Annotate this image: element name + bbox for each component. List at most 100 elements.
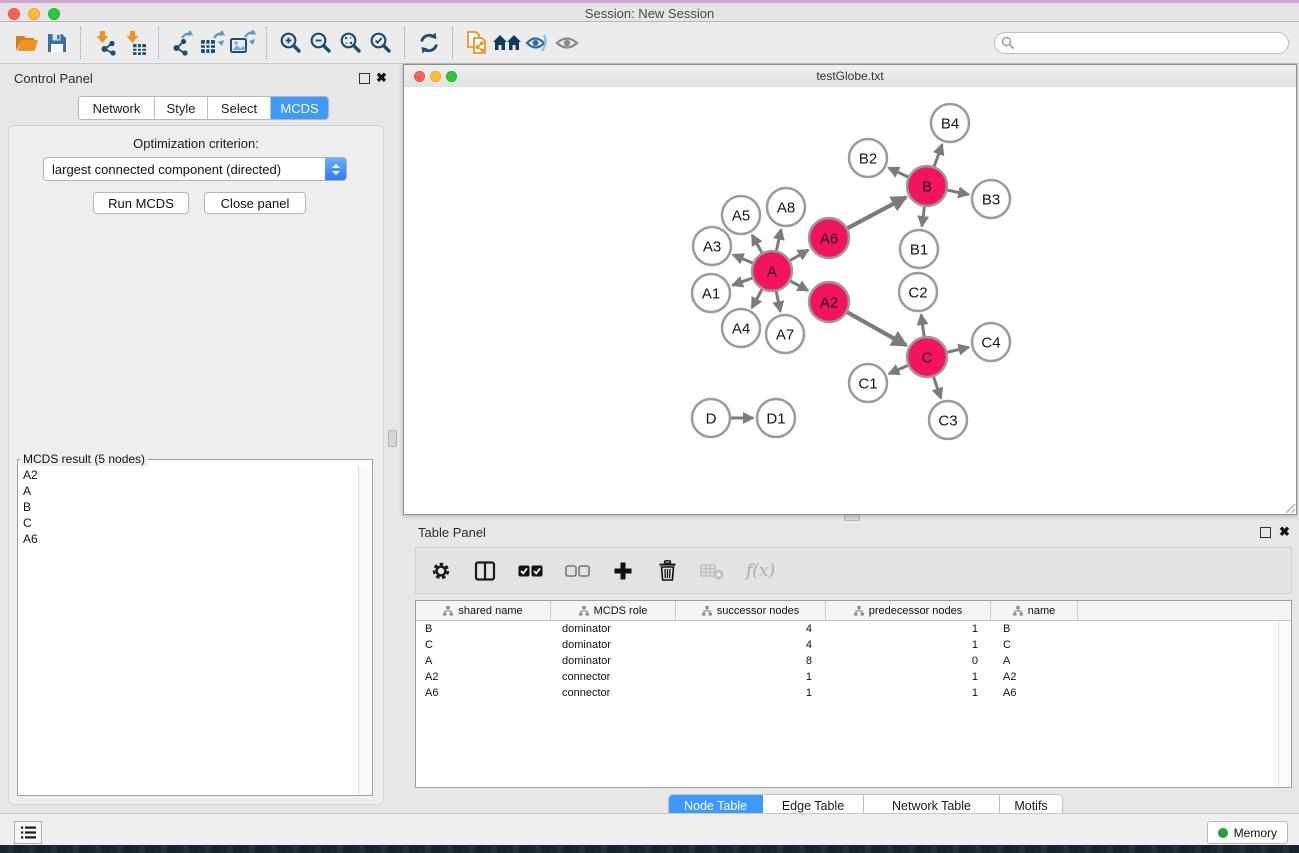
table-cell[interactable]: 1 [826, 637, 991, 653]
export-table-button[interactable] [198, 28, 228, 58]
show-details-button[interactable] [552, 28, 582, 58]
table-cell[interactable]: B [416, 621, 551, 637]
table-cell[interactable]: dominator [551, 637, 676, 653]
node-C[interactable]: C [907, 337, 947, 377]
close-panel-button[interactable]: Close panel [204, 192, 306, 214]
table-cell[interactable]: A [416, 653, 551, 669]
node-A8[interactable]: A8 [767, 188, 805, 226]
table-row[interactable]: Bdominator41B [416, 621, 1291, 637]
save-session-button[interactable] [42, 28, 72, 58]
search-input[interactable] [994, 32, 1289, 54]
function-builder-button[interactable]: f(x) [746, 558, 775, 584]
table-cell[interactable]: 1 [826, 621, 991, 637]
table-cell[interactable]: 1 [676, 669, 826, 685]
table-cell[interactable]: C [991, 637, 1078, 653]
zoom-fit-button[interactable] [336, 28, 366, 58]
table-settings-button[interactable] [430, 558, 452, 584]
node-B4[interactable]: B4 [931, 104, 969, 142]
zoom-selected-button[interactable] [366, 28, 396, 58]
memory-button[interactable]: Memory [1207, 821, 1288, 844]
table-cell[interactable]: dominator [551, 621, 676, 637]
table-row[interactable]: A2connector11A2 [416, 669, 1291, 685]
table-cell[interactable]: A2 [991, 669, 1078, 685]
column-header-successor-nodes[interactable]: successor nodes [676, 601, 826, 620]
mcds-result-item[interactable]: A [23, 483, 359, 499]
table-cell[interactable]: 1 [826, 669, 991, 685]
homes-button[interactable] [492, 28, 522, 58]
node-B2[interactable]: B2 [849, 139, 887, 177]
node-A3[interactable]: A3 [693, 227, 731, 265]
delete-table-button[interactable] [700, 558, 724, 584]
table-row[interactable]: Cdominator41C [416, 637, 1291, 653]
task-history-button[interactable] [14, 821, 42, 844]
node-C4[interactable]: C4 [972, 323, 1010, 361]
panel-divider-grip[interactable] [388, 430, 397, 447]
control-panel-close-icon[interactable]: ✖ [376, 71, 387, 84]
table-cell[interactable]: A6 [991, 685, 1078, 701]
export-image-button[interactable] [228, 28, 258, 58]
node-A7[interactable]: A7 [766, 315, 804, 353]
table-cell[interactable]: B [991, 621, 1078, 637]
table-cell[interactable]: connector [551, 685, 676, 701]
delete-rows-button[interactable] [656, 558, 678, 584]
node-A5[interactable]: A5 [722, 196, 760, 234]
add-row-button[interactable] [612, 558, 634, 584]
column-selector-button[interactable] [474, 558, 496, 584]
node-D1[interactable]: D1 [757, 399, 795, 437]
open-file-button[interactable] [12, 28, 42, 58]
table-cell[interactable]: 1 [676, 685, 826, 701]
table-cell[interactable]: 4 [676, 621, 826, 637]
network-canvas[interactable]: B4 B2 B B3 B1 A5A8A6 A3 A A1 C2 A2 A4A7 C4 C C1 C3 D D1 [404, 87, 1296, 514]
node-A1[interactable]: A1 [692, 274, 730, 312]
column-header-shared-name[interactable]: shared name [416, 601, 551, 620]
tab-select[interactable]: Select [208, 97, 271, 119]
tab-style[interactable]: Style [155, 97, 208, 119]
run-mcds-button[interactable]: Run MCDS [93, 192, 189, 214]
network-window-titlebar[interactable]: testGlobe.txt [404, 65, 1296, 88]
resize-grip-icon[interactable] [1282, 500, 1296, 514]
mcds-result-item[interactable]: A2 [23, 467, 359, 483]
node-B[interactable]: B [907, 166, 947, 206]
node-C3[interactable]: C3 [929, 401, 967, 439]
node-C1[interactable]: C1 [849, 364, 887, 402]
table-cell[interactable]: dominator [551, 653, 676, 669]
table-cell[interactable]: connector [551, 669, 676, 685]
node-A[interactable]: A [752, 251, 792, 291]
node-D[interactable]: D [692, 399, 730, 437]
zoom-in-button[interactable] [276, 28, 306, 58]
table-cell[interactable]: A2 [416, 669, 551, 685]
criterion-select[interactable]: largest connected component (directed) [43, 157, 347, 181]
node-B1[interactable]: B1 [900, 230, 938, 268]
import-network-button[interactable] [90, 28, 120, 58]
node-B3[interactable]: B3 [972, 180, 1010, 218]
table-panel-float-button[interactable] [1260, 527, 1271, 538]
export-network-button[interactable] [168, 28, 198, 58]
refresh-button[interactable] [414, 28, 444, 58]
table-cell[interactable]: 8 [676, 653, 826, 669]
zoom-out-button[interactable] [306, 28, 336, 58]
table-cell[interactable]: 0 [826, 653, 991, 669]
import-table-button[interactable] [120, 28, 150, 58]
column-header-name[interactable]: name [991, 601, 1078, 620]
node-table[interactable]: shared nameMCDS rolesuccessor nodesprede… [415, 600, 1292, 788]
node-C2[interactable]: C2 [899, 273, 937, 311]
hide-annotations-button[interactable] [522, 28, 552, 58]
table-row[interactable]: Adominator80A [416, 653, 1291, 669]
column-header-predecessor-nodes[interactable]: predecessor nodes [826, 601, 991, 620]
column-header-MCDS-role[interactable]: MCDS role [551, 601, 676, 620]
select-all-button[interactable] [518, 558, 543, 584]
node-A4[interactable]: A4 [722, 309, 760, 347]
table-cell[interactable]: 1 [826, 685, 991, 701]
deselect-all-button[interactable] [565, 558, 590, 584]
mcds-result-scrollbar[interactable] [358, 466, 372, 795]
table-cell[interactable]: A [991, 653, 1078, 669]
table-cell[interactable]: C [416, 637, 551, 653]
table-row[interactable]: A6connector11A6 [416, 685, 1291, 701]
table-cell[interactable]: 4 [676, 637, 826, 653]
node-A6[interactable]: A6 [809, 218, 849, 258]
mcds-result-item[interactable]: B [23, 499, 359, 515]
node-A2[interactable]: A2 [809, 282, 849, 322]
duplicate-network-button[interactable] [462, 28, 492, 58]
control-panel-float-button[interactable] [359, 73, 370, 84]
table-cell[interactable]: A6 [416, 685, 551, 701]
